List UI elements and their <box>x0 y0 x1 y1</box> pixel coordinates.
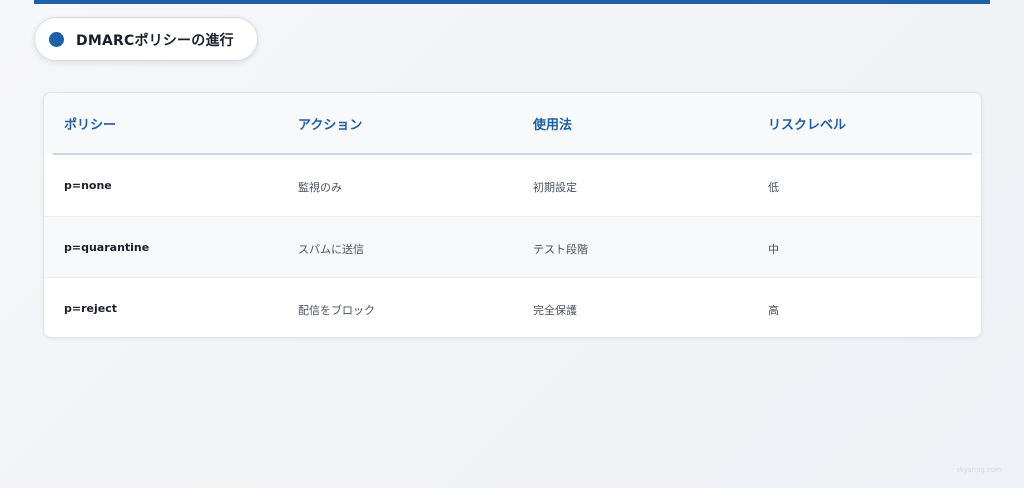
bullet-dot-icon <box>49 32 64 47</box>
watermark: skysnag.com <box>956 466 1002 474</box>
risk-level-cell: 中 <box>768 243 779 256</box>
policy-cell: p=reject <box>64 302 117 315</box>
top-accent-bar <box>34 0 990 4</box>
table-row: p=none 監視のみ 初期設定 低 <box>44 155 981 216</box>
policy-table: ポリシー アクション 使用法 リスクレベル p=none 監視のみ 初期設定 低… <box>43 92 982 338</box>
action-cell: 配信をブロック <box>298 304 375 317</box>
usage-cell: テスト段階 <box>533 243 588 256</box>
column-header-risk-level: リスクレベル <box>768 118 847 133</box>
risk-level-cell: 低 <box>768 181 779 194</box>
policy-cell: p=none <box>64 179 112 192</box>
risk-level-cell: 高 <box>768 304 779 317</box>
table-header-row: ポリシー アクション 使用法 リスクレベル <box>44 93 981 154</box>
column-header-policy: ポリシー <box>64 118 117 133</box>
usage-cell: 初期設定 <box>533 181 577 194</box>
action-cell: スパムに送信 <box>298 243 364 256</box>
title-badge: DMARCポリシーの進行 <box>34 17 258 61</box>
page-title: DMARCポリシーの進行 <box>76 33 234 49</box>
usage-cell: 完全保護 <box>533 304 577 317</box>
table-row: p=quarantine スパムに送信 テスト段階 中 <box>44 216 981 277</box>
policy-cell: p=quarantine <box>64 241 150 254</box>
column-header-usage: 使用法 <box>533 118 573 133</box>
column-header-action: アクション <box>298 118 363 133</box>
table-row: p=reject 配信をブロック 完全保護 高 <box>44 277 981 337</box>
action-cell: 監視のみ <box>298 181 342 194</box>
